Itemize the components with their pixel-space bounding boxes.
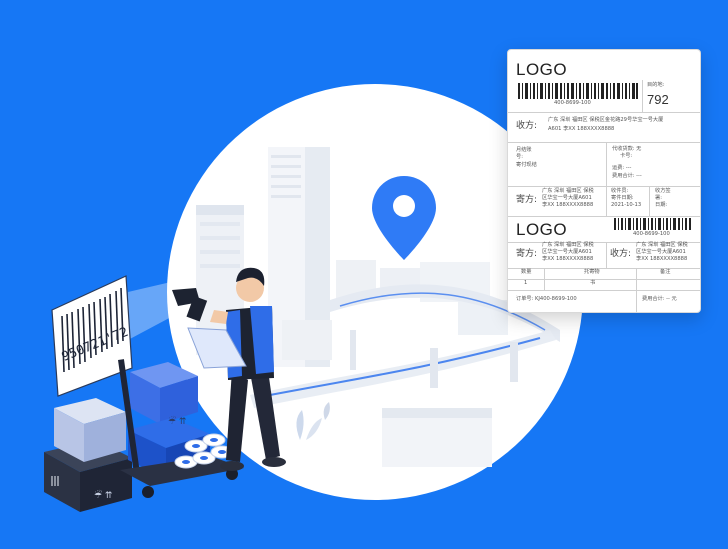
label-footer: 订单号: KJ400-8699-100 费用合计: -- 元: [508, 290, 700, 312]
label-col-note: 备注: [660, 269, 671, 275]
label-receiver: 收方: 广东 深圳 福田区 保税区金花路29号华宝一号大厦 A601 李XX 1…: [508, 112, 700, 143]
label-receiver-caption: 收方:: [516, 121, 538, 131]
label-phone-bottom: 400-8699-100: [633, 231, 670, 237]
label-item-value: 书: [590, 280, 596, 286]
label-stub-sender-caption: 寄方:: [516, 249, 538, 259]
label-col-item: 托寄物: [584, 269, 600, 275]
label-card-no: 卡号:: [620, 153, 633, 159]
label-stub-receiver-caption: 收方:: [610, 249, 632, 259]
label-header: LOGO 400-8699-100 目的地: 792: [508, 50, 700, 113]
label-sign-date: 日期:: [655, 202, 668, 208]
label-payment: 月结账 号: 寄付现结 代收货款: 无 卡号: 运费: --- 费用合计: --…: [508, 142, 700, 187]
label-fee-total: 费用合计: ---: [612, 173, 642, 179]
label-ship-date: 2021-10-13: [611, 202, 642, 208]
label-fee: 费用合计: -- 元: [642, 296, 677, 302]
label-qty-value: 1: [524, 280, 528, 286]
label-stub-parties: 寄方: 广东 深圳 福田区 保税 区华宝一号大厦A601 李XX 188XXXX…: [508, 242, 700, 269]
label-barcode-bottom: [614, 218, 691, 230]
box-fragile-mark-2: ☔ ⇈: [168, 415, 187, 427]
label-sender-addr-3: 李XX 188XXXX8888: [542, 202, 594, 208]
label-logo-bottom: LOGO: [516, 220, 568, 239]
box-fragile-mark: ☔ ⇈: [94, 489, 113, 501]
label-phone-top: 400-8699-100: [554, 100, 591, 106]
label-freight: 运费: ---: [612, 165, 632, 171]
label-stub-sender-addr-3: 李XX 188XXXX8888: [542, 256, 594, 262]
label-sender-caption: 寄方:: [516, 195, 538, 205]
label-sender: 寄方: 广东 深圳 福田区 保税 区华宝一号大厦A601 李XX 188XXXX…: [508, 186, 700, 217]
label-logo-top: LOGO: [516, 60, 568, 79]
label-payment-method: 寄付现结: [516, 162, 537, 168]
label-receiver-address: 广东 深圳 福田区 保税区金花路29号华宝一号大厦: [548, 117, 664, 123]
shipping-label: LOGO 400-8699-100 目的地: 792 收方: 广东 深圳 福田区…: [507, 49, 701, 313]
label-sort-code: 792: [647, 92, 669, 107]
label-order-number: 订单号: KJ400-8699-100: [516, 296, 577, 302]
label-barcode-top: [518, 83, 638, 99]
label-stub-receiver-addr-3: 李XX 188XXXX8888: [636, 256, 688, 262]
label-receiver-contact: A601 李XX 188XXXX8888: [548, 126, 615, 132]
label-col-qty: 数量: [521, 269, 532, 275]
label-sort-caption: 目的地:: [647, 82, 665, 88]
label-account-caption-2: 号:: [516, 154, 523, 160]
label-stub-header: LOGO 400-8699-100: [508, 216, 700, 243]
